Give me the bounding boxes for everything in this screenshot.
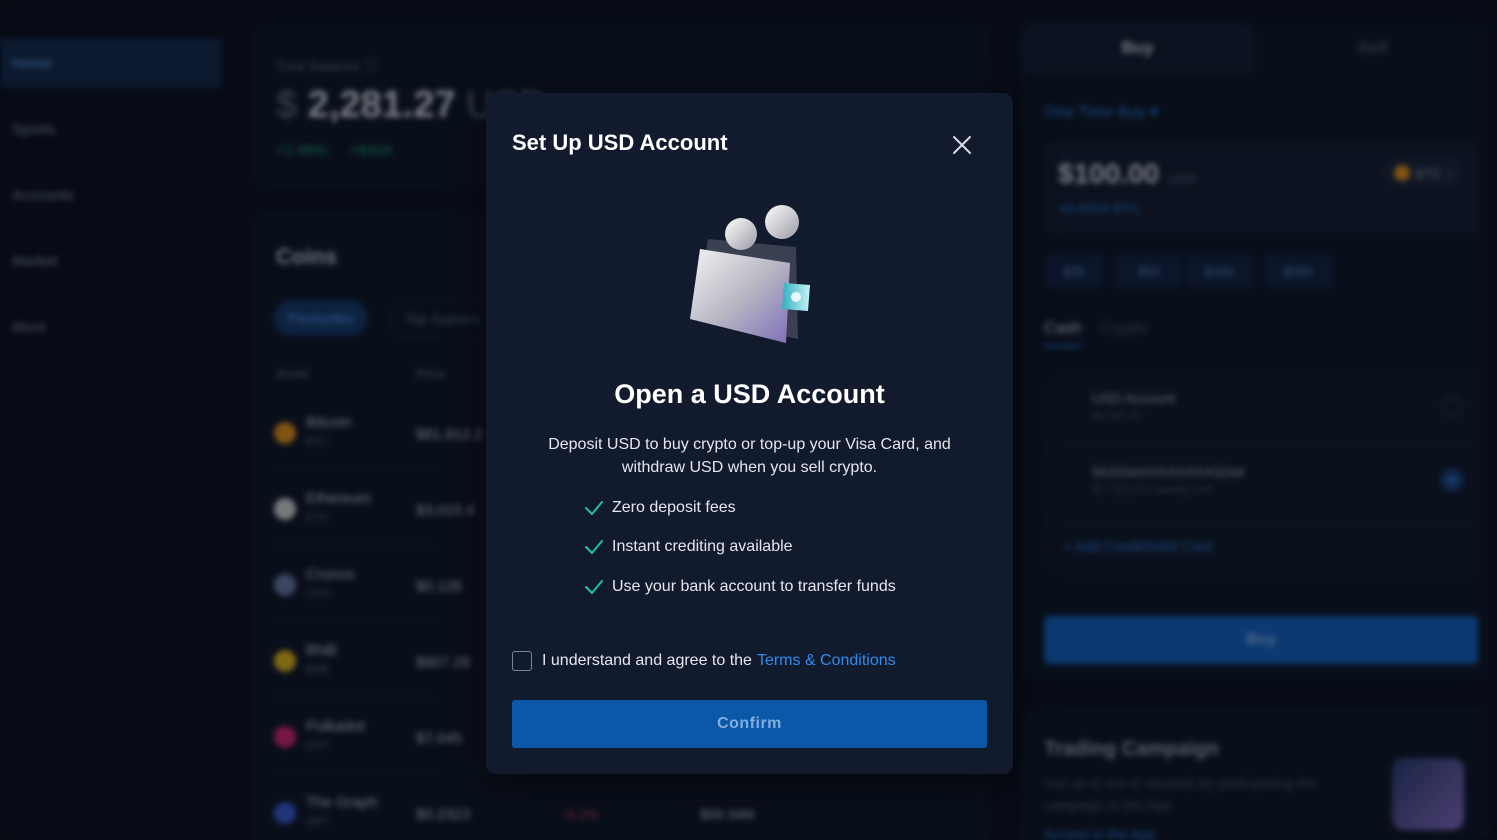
- wallet-illustration: [690, 205, 810, 343]
- check-icon: [585, 501, 603, 515]
- feature-label: Use your bank account to transfer funds: [612, 578, 896, 595]
- dialog-title: Set Up USD Account: [512, 130, 728, 155]
- feature-item: Zero deposit fees: [584, 497, 736, 519]
- usd-account-dialog: Set Up USD Account Open a USD Account De…: [486, 93, 1013, 774]
- feature-item: Instant crediting available: [584, 536, 793, 558]
- check-icon: [585, 580, 603, 594]
- feature-item: Use your bank account to transfer funds: [584, 576, 896, 598]
- terms-link[interactable]: Terms & Conditions: [757, 652, 896, 670]
- feature-label: Instant crediting available: [612, 538, 793, 555]
- check-icon: [585, 540, 603, 554]
- terms-agreement: I understand and agree to the Terms & Co…: [512, 651, 896, 671]
- feature-label: Zero deposit fees: [612, 499, 736, 516]
- close-button[interactable]: [948, 131, 976, 159]
- confirm-button[interactable]: Confirm: [512, 700, 987, 748]
- agree-text: I understand and agree to the: [542, 652, 752, 669]
- close-icon: [953, 136, 971, 154]
- dialog-heading: Open a USD Account: [614, 379, 885, 409]
- dialog-description: Deposit USD to buy crypto or top-up your…: [548, 436, 951, 476]
- agree-checkbox[interactable]: [512, 651, 532, 671]
- app-frame: Home Sports Accounts Market More Total B…: [0, 0, 1497, 840]
